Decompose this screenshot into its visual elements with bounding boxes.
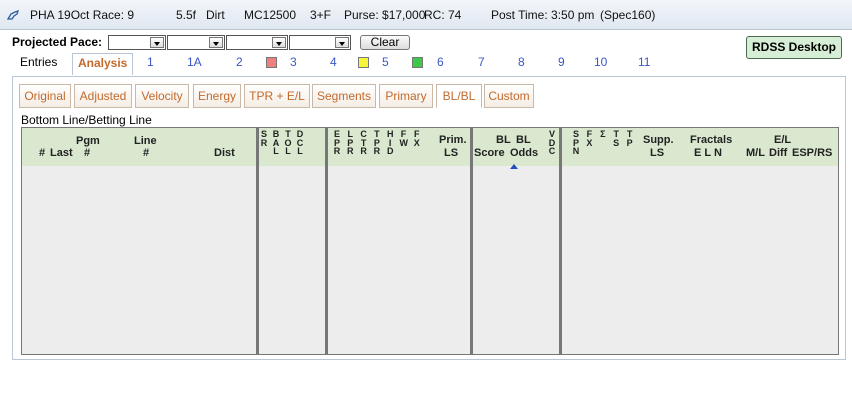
race-age: 3+F [310,8,332,22]
hdr-fractals: Fractals [690,134,733,146]
clear-button[interactable]: Clear [360,35,410,50]
hdr-bl-1: BL [496,134,511,146]
hdr-vert3-0: VDC [548,129,556,156]
tab-segments[interactable]: Segments [312,84,376,108]
grid-header: # Last Pgm # Line # Dist SR BAL TOL DCL EPR… [22,128,838,169]
pace-dropdown-2[interactable] [167,35,225,50]
projected-pace-label: Projected Pace: [12,35,103,49]
tab-horse-5[interactable]: 5 [382,55,389,69]
column-divider [559,128,562,354]
hdr-vert2-0: EPR [333,129,341,156]
section-title: Bottom Line/Betting Line [21,113,152,127]
hdr-ml: M/L [746,147,765,159]
tab-analysis[interactable]: Analysis [72,53,134,75]
hdr-vert2-5: FW [399,129,409,148]
hdr-prim: Prim. [439,134,467,146]
chevron-down-icon [272,37,286,48]
hdr-vert2-3: TPR [373,129,381,156]
hdr-vert2-1: LPR [347,129,354,156]
tab-energy[interactable]: Energy [193,84,241,108]
hdr-vert4-0: SPN [572,129,580,156]
race-surface: Dirt [206,8,225,22]
tab-primary[interactable]: Primary [379,84,433,108]
hdr-last: Last [50,147,73,159]
tab-horse-9[interactable]: 9 [558,55,565,69]
race-rc: RC: 74 [424,8,462,22]
horse-icon [6,9,20,20]
tab-horse-1a[interactable]: 1A [187,55,202,69]
main-tab-bar: Entries Analysis 1 1A 2 3 4 5 6 7 8 9 10… [12,53,742,75]
tab-bl-bl[interactable]: BL/BL [436,84,482,108]
race-distance: 5.5f [176,8,197,22]
column-divider [256,128,259,354]
hdr-supp-ls: LS [650,147,665,159]
hdr-vert2-4: HID [386,129,394,156]
tab-horse-3[interactable]: 3 [290,55,297,69]
race-purse: Purse: $17,000 [344,8,426,22]
hdr-vert4-4: TP [626,129,633,148]
tab-horse-6[interactable]: 6 [437,55,444,69]
hdr-odds: Odds [510,147,539,159]
hdr-eln: E L N [694,147,722,159]
hdr-dist: Dist [214,147,235,159]
tab-horse-7[interactable]: 7 [478,55,485,69]
hdr-line: Line [134,135,157,147]
tab-horse-1[interactable]: 1 [147,55,154,69]
tab-horse-11[interactable]: 11 [638,55,650,69]
hdr-bl-2: BL [516,134,531,146]
hdr-vert1-2: TOL [284,129,292,156]
chevron-down-icon [335,37,349,48]
pace-dropdown-3[interactable] [226,35,288,50]
hdr-line-num: # [143,147,150,159]
hdr-vert1-1: BAL [272,129,280,156]
hdr-vert4-3: TS [613,129,620,148]
pace-dropdown-4[interactable] [289,35,351,50]
tab-entries[interactable]: Entries [20,55,57,69]
hdr-score: Score [474,147,505,159]
bl-grid: # Last Pgm # Line # Dist SR BAL TOL DCL EPR… [21,127,839,355]
column-divider [325,128,328,354]
hdr-vert4-1: FX [586,129,593,148]
tab-horse-10[interactable]: 10 [594,55,607,69]
color-swatch-red [266,57,277,68]
hdr-vert1-3: DCL [296,129,304,156]
post-time: Post Time: 3:50 pm [491,8,595,22]
track-race: PHA 19Oct Race: 9 [30,8,135,22]
tab-velocity[interactable]: Velocity [135,84,189,108]
tab-custom[interactable]: Custom [484,84,534,108]
rdss-desktop-button[interactable]: RDSS Desktop [746,36,842,59]
hdr-diff: Diff [769,147,788,159]
hdr-num: # [39,147,46,159]
column-divider [470,128,473,354]
hdr-vert2-6: FX [413,129,420,148]
sort-ascending-icon[interactable] [510,160,518,169]
color-swatch-yellow [358,57,369,68]
hdr-vert4-2: Σ [600,129,606,139]
color-swatch-green [412,57,423,68]
tab-original[interactable]: Original [19,84,71,108]
tab-tpr-el[interactable]: TPR + E/L [244,84,310,108]
spec: (Spec160) [600,8,656,22]
tab-horse-2[interactable]: 2 [236,55,243,69]
tab-horse-4[interactable]: 4 [330,55,337,69]
hdr-pgm: Pgm [76,135,100,147]
hdr-pgm-num: # [84,147,91,159]
race-class: MC12500 [244,8,297,22]
hdr-vert1-0: SR [260,129,268,148]
chevron-down-icon [209,37,223,48]
hdr-vert2-2: CTR [360,129,367,156]
hdr-supp: Supp. [643,134,674,146]
race-title-bar: PHA 19Oct Race: 9 5.5f Dirt MC12500 3+F … [0,0,852,30]
chevron-down-icon [150,37,164,48]
tab-horse-8[interactable]: 8 [518,55,525,69]
hdr-prim-ls: LS [444,147,459,159]
hdr-el: E/L [774,134,792,146]
tab-adjusted[interactable]: Adjusted [74,84,132,108]
pace-dropdown-1[interactable] [108,35,166,50]
hdr-esp: ESP/RS [792,147,833,159]
